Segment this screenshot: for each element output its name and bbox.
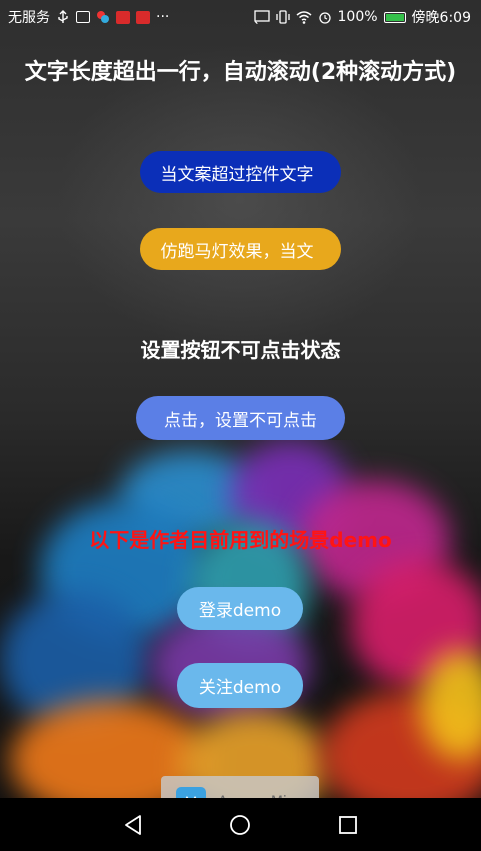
status-bar: 无服务 ··· 100% 傍晚6:09 — [0, 0, 481, 32]
status-bar-right: 100% 傍晚6:09 — [253, 7, 471, 27]
status-time: 傍晚6:09 — [411, 10, 471, 26]
usb-icon — [58, 10, 68, 23]
battery-percent: 100% — [337, 9, 378, 25]
app-icon — [97, 11, 109, 23]
marquee-button-2[interactable]: 仿跑马灯效果，当文 — [140, 228, 341, 270]
cast-icon — [253, 10, 270, 24]
huawei-store-icon — [136, 10, 150, 24]
vibrate-icon — [275, 10, 290, 24]
login-demo-button[interactable]: 登录demo — [177, 587, 303, 630]
huawei-icon — [116, 10, 130, 24]
login-demo-label: 登录demo — [198, 601, 282, 621]
demo-section-heading: 以下是作者目前用到的场景demo — [89, 528, 392, 552]
home-icon[interactable] — [228, 813, 252, 837]
more-notifications-icon: ··· — [156, 9, 170, 25]
follow-demo-label: 关注demo — [198, 678, 282, 698]
recent-apps-icon[interactable] — [336, 813, 360, 837]
disable-section-title: 设置按钮不可点击状态 — [140, 338, 341, 362]
app-screen: 无服务 ··· 100% 傍晚6:09 文字长度超出一行，自动滚动(2种滚动方式… — [0, 0, 481, 851]
follow-demo-button[interactable]: 关注demo — [177, 663, 303, 708]
page-title: 文字长度超出一行，自动滚动(2种滚动方式) — [24, 60, 457, 85]
set-disabled-button-label: 点击，设置不可点击 — [164, 410, 317, 431]
gallery-icon — [76, 11, 90, 23]
marquee-button-1-label: 当文案超过控件文字 — [160, 164, 314, 185]
carrier-text: 无服务 — [8, 10, 50, 26]
marquee-button-2-label: 仿跑马灯效果，当文 — [160, 241, 314, 262]
marquee-button-1[interactable]: 当文案超过控件文字 — [140, 151, 341, 193]
alarm-icon — [318, 12, 331, 24]
battery-icon — [383, 11, 406, 23]
navigation-bar — [0, 798, 481, 851]
set-disabled-button[interactable]: 点击，设置不可点击 — [136, 396, 345, 440]
back-icon[interactable] — [121, 813, 145, 837]
status-bar-left: 无服务 ··· — [8, 7, 169, 27]
wifi-icon — [296, 11, 312, 24]
